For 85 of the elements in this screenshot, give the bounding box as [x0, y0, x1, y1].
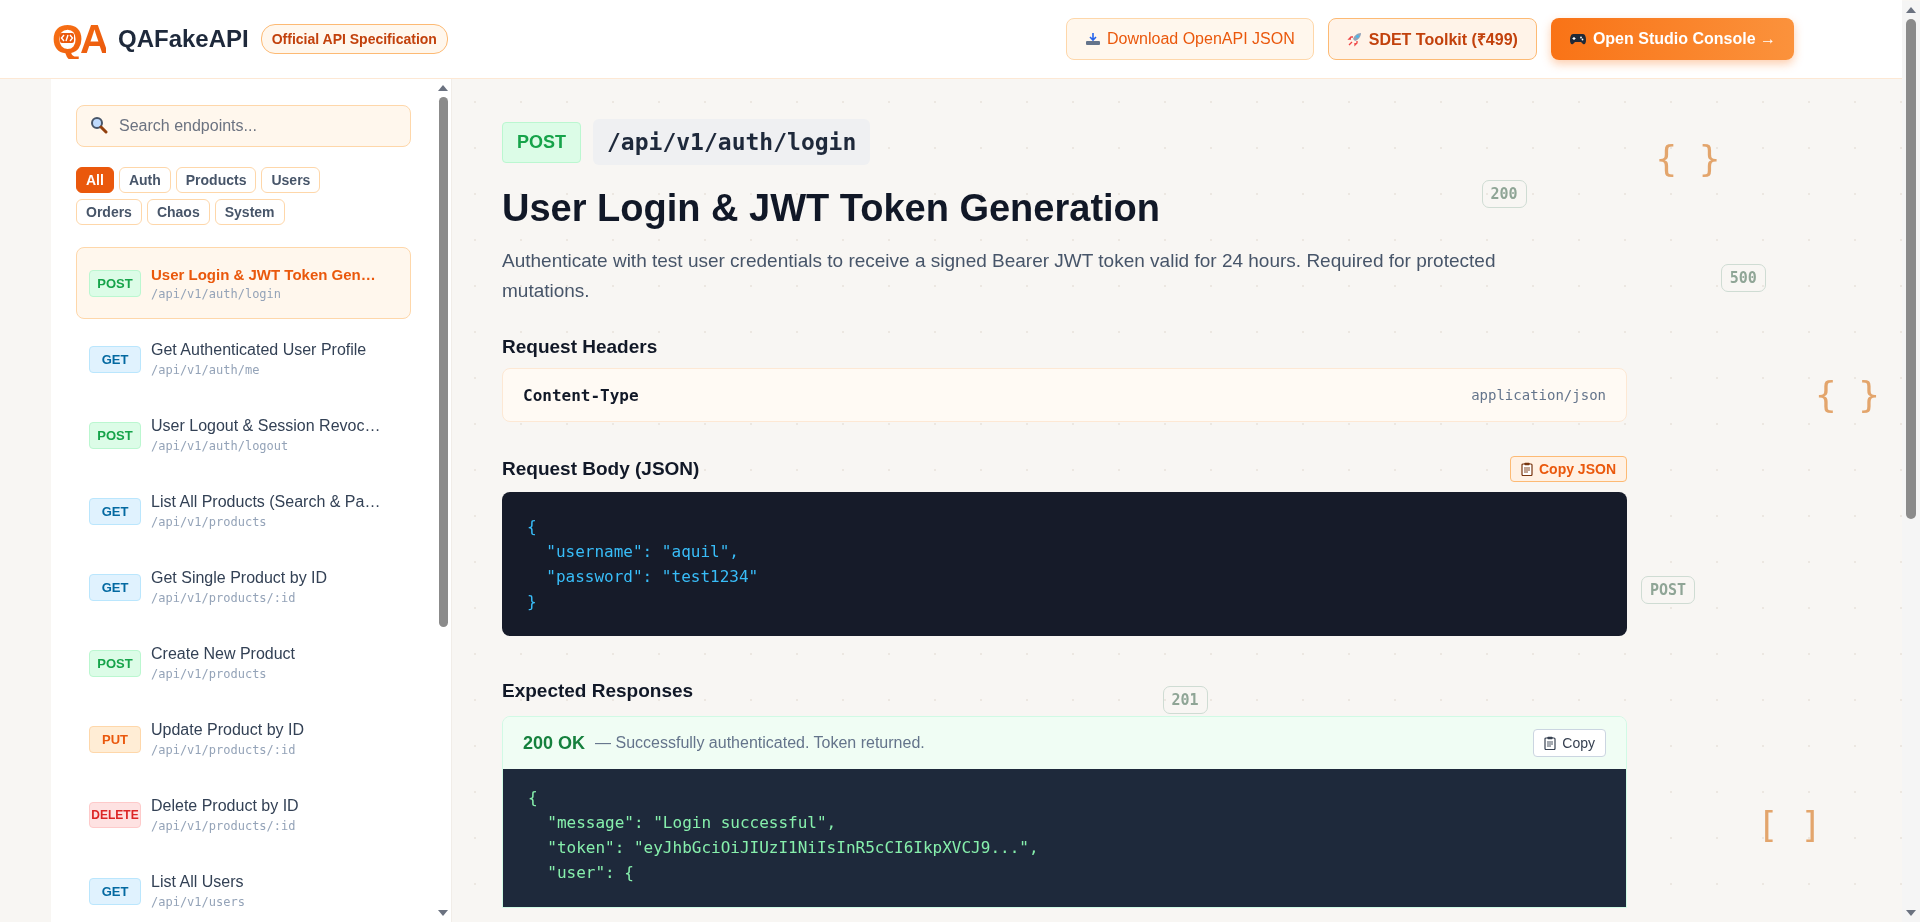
- endpoint-path: /api/v1/products: [151, 515, 268, 529]
- endpoint-path: /api/v1/auth/me: [151, 363, 261, 377]
- endpoint-item[interactable]: PUT Update Product by ID /api/v1/products/:id: [76, 703, 411, 775]
- filter-chip[interactable]: Auth: [118, 167, 171, 193]
- method-tag: POST: [502, 121, 581, 163]
- tray-icon: [1085, 32, 1102, 46]
- rocket-icon: [1346, 31, 1363, 47]
- background-mark: 500: [1720, 264, 1766, 293]
- response-description: — Successfully authenticated. Token returned.: [595, 734, 926, 752]
- endpoint-item[interactable]: GET Get Authenticated User Profile /api/v1/auth/me: [76, 323, 411, 395]
- method-tag: POST: [89, 649, 141, 677]
- endpoint-item[interactable]: GET Get Single Product by ID /api/v1/products/:id: [76, 551, 411, 623]
- endpoint-path: /api/v1/users: [151, 895, 245, 909]
- method-tag: GET: [89, 345, 141, 373]
- endpoint-item[interactable]: DELETE Delete Product by ID /api/v1/products/:id: [76, 779, 411, 851]
- endpoint-path: /api/v1/products/:id: [151, 819, 297, 833]
- endpoint-title: List All Products (Search & Pa…: [151, 493, 381, 511]
- endpoint-title: List All Users: [151, 873, 245, 891]
- endpoint-title: Create New Product: [151, 645, 296, 663]
- code-line: "user": {: [546, 862, 635, 884]
- endpoint-path: /api/v1/products/:id: [151, 743, 297, 757]
- endpoint-item[interactable]: GET List All Products (Search & Pa… /api/v1/products: [76, 475, 411, 547]
- method-tag: PUT: [89, 725, 141, 753]
- method-tag: GET: [89, 573, 141, 601]
- endpoint-title: Get Single Product by ID: [151, 569, 328, 587]
- background-mark: { }: [1655, 138, 1721, 179]
- code-line: {: [528, 787, 539, 809]
- status-code: 200 OK: [523, 732, 586, 754]
- endpoint-item[interactable]: GET List All Users /api/v1/users: [76, 855, 411, 922]
- filter-chip[interactable]: Orders: [76, 199, 142, 225]
- background-mark: [ ]: [1757, 803, 1823, 845]
- method-tag: GET: [89, 497, 141, 525]
- code-line: "message": "Login successful",: [546, 812, 838, 834]
- background-mark: { }: [1815, 374, 1881, 416]
- endpoint-title: User Login & JWT Token Gen…: [151, 265, 376, 283]
- background-mark: POST: [1641, 576, 1696, 605]
- endpoint-title: Update Product by ID: [151, 721, 304, 739]
- filter-chip[interactable]: All: [76, 167, 114, 193]
- scroll-up-icon[interactable]: [438, 85, 448, 91]
- clipboard-icon: [1544, 736, 1557, 750]
- endpoint-item[interactable]: POST User Logout & Session Revoc… /api/v1/auth/logout: [76, 399, 411, 471]
- endpoint-path: /api/v1/auth/logout: [151, 439, 290, 453]
- copy-button[interactable]: Copy: [1533, 729, 1606, 757]
- gamepad-icon: [1568, 32, 1587, 46]
- scrollbar-thumb[interactable]: [438, 97, 448, 627]
- header-value: application/json: [1471, 387, 1606, 403]
- background-mark: 201: [1162, 685, 1208, 714]
- endpoint-path: /api/v1/products/:id: [151, 591, 297, 605]
- clipboard-icon: [1521, 462, 1533, 476]
- code-line: "token": "eyJhbGciOiJIUzI1NiIsInR5cCI6IkpXVCJ9...",: [546, 837, 1040, 859]
- endpoint-item[interactable]: POST Create New Product /api/v1/products: [76, 627, 411, 699]
- endpoint-title: User Login & JWT Token Generation: [502, 187, 1161, 230]
- search-field[interactable]: Search endpoints...: [76, 105, 411, 147]
- code-icon: [60, 33, 74, 43]
- header-name: Content-Type: [523, 385, 639, 405]
- filter-chip[interactable]: Chaos: [146, 199, 210, 225]
- endpoint-description: Authenticate with test user credentials to receive a signed Bearer JWT token valid for 24 hours. Required for protected mutations.: [502, 249, 1497, 303]
- background-mark: 200: [1481, 180, 1527, 209]
- endpoint-title: Get Authenticated User Profile: [151, 341, 367, 359]
- endpoint-path: /api/v1/auth/login: [151, 286, 283, 301]
- scroll-up-icon[interactable]: [1906, 7, 1916, 13]
- filter-chip[interactable]: System: [214, 199, 285, 225]
- endpoint-title: Delete Product by ID: [151, 797, 299, 815]
- endpoint-title: User Logout & Session Revoc…: [151, 417, 381, 435]
- toolkit-button[interactable]: SDET Toolkit (₹499): [1327, 18, 1537, 60]
- code-line: }: [527, 591, 538, 613]
- endpoint-path: /api/v1/products: [151, 667, 268, 681]
- scroll-down-icon[interactable]: [438, 910, 448, 916]
- code-line: "password": "test1234": [545, 566, 760, 588]
- method-tag: GET: [89, 877, 141, 905]
- endpoint-path: /api/v1/auth/login: [593, 119, 871, 165]
- scroll-down-icon[interactable]: [1906, 910, 1916, 916]
- filter-chip[interactable]: Products: [175, 167, 257, 193]
- scrollbar-thumb[interactable]: [1906, 19, 1916, 519]
- section-heading: Expected Responses: [502, 680, 694, 702]
- code-line: {: [527, 516, 538, 538]
- filter-chip[interactable]: Users: [261, 167, 321, 193]
- method-tag: POST: [89, 269, 141, 297]
- brand-name: QAFakeAPI: [118, 25, 249, 53]
- section-heading: Request Body (JSON): [502, 458, 700, 480]
- method-tag: DELETE: [89, 802, 141, 828]
- code-line: "username": "aquil",: [545, 541, 740, 563]
- spec-badge: Official API Specification: [260, 24, 448, 54]
- section-heading: Request Headers: [502, 336, 658, 358]
- method-tag: POST: [89, 421, 141, 449]
